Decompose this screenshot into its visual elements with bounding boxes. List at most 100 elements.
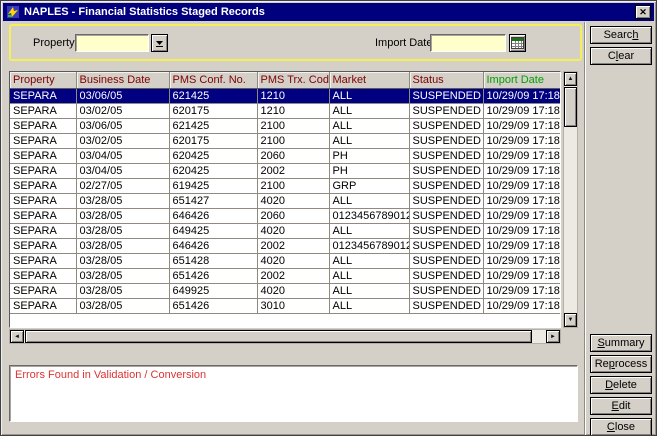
title-bar[interactable]: NAPLES - Financial Statistics Staged Rec… xyxy=(3,3,654,21)
scroll-down-arrow[interactable]: ▼ xyxy=(564,313,577,327)
table-cell[interactable]: 649425 xyxy=(169,223,257,238)
property-dropdown-button[interactable] xyxy=(151,34,168,52)
table-cell[interactable]: SEPARA xyxy=(10,268,76,283)
close-button[interactable]: Close xyxy=(590,418,652,436)
table-cell[interactable]: 620425 xyxy=(169,148,257,163)
table-cell[interactable]: 01234567890123 xyxy=(329,208,409,223)
table-cell[interactable]: 620425 xyxy=(169,163,257,178)
table-cell[interactable]: 10/29/09 17:18 xyxy=(483,88,561,103)
table-cell[interactable]: 2100 xyxy=(257,178,329,193)
table-cell[interactable]: 646426 xyxy=(169,208,257,223)
table-row[interactable]: SEPARA03/04/056204252002PHSUSPENDED10/29… xyxy=(10,163,561,178)
app-icon[interactable] xyxy=(6,5,20,19)
table-cell[interactable]: ALL xyxy=(329,133,409,148)
table-cell[interactable]: SUSPENDED xyxy=(409,193,483,208)
table-cell[interactable]: SUSPENDED xyxy=(409,298,483,313)
table-cell[interactable]: 646426 xyxy=(169,238,257,253)
table-cell[interactable]: 4020 xyxy=(257,253,329,268)
table-cell[interactable]: 1210 xyxy=(257,88,329,103)
reprocess-button[interactable]: Reprocess xyxy=(590,355,652,373)
horizontal-scroll-thumb[interactable] xyxy=(25,330,532,343)
scroll-right-arrow[interactable]: ► xyxy=(546,330,560,343)
table-cell[interactable]: 03/02/05 xyxy=(76,133,169,148)
table-cell[interactable]: SEPARA xyxy=(10,253,76,268)
table-cell[interactable]: 651428 xyxy=(169,253,257,268)
table-row[interactable]: SEPARA03/06/056214252100ALLSUSPENDED10/2… xyxy=(10,118,561,133)
table-row[interactable]: SEPARA03/28/056494254020ALLSUSPENDED10/2… xyxy=(10,223,561,238)
table-cell[interactable]: 10/29/09 17:18 xyxy=(483,133,561,148)
table-cell[interactable]: GRP xyxy=(329,178,409,193)
table-cell[interactable]: 620175 xyxy=(169,103,257,118)
table-row[interactable]: SEPARA03/28/056499254020ALLSUSPENDED10/2… xyxy=(10,283,561,298)
table-cell[interactable]: SUSPENDED xyxy=(409,178,483,193)
scroll-up-arrow[interactable]: ▲ xyxy=(564,72,577,86)
table-cell[interactable]: SUSPENDED xyxy=(409,223,483,238)
table-cell[interactable]: 4020 xyxy=(257,283,329,298)
table-cell[interactable]: 10/29/09 17:18 xyxy=(483,238,561,253)
table-cell[interactable]: SUSPENDED xyxy=(409,133,483,148)
table-cell[interactable]: 4020 xyxy=(257,193,329,208)
table-cell[interactable]: ALL xyxy=(329,193,409,208)
table-cell[interactable]: SUSPENDED xyxy=(409,163,483,178)
vertical-scrollbar[interactable]: ▲ ▼ xyxy=(563,71,578,328)
table-cell[interactable]: 03/02/05 xyxy=(76,103,169,118)
table-cell[interactable]: 2100 xyxy=(257,133,329,148)
import-date-input[interactable] xyxy=(430,34,506,52)
table-cell[interactable]: SUSPENDED xyxy=(409,208,483,223)
table-cell[interactable]: 01234567890123 xyxy=(329,238,409,253)
table-cell[interactable]: 651426 xyxy=(169,298,257,313)
table-cell[interactable]: ALL xyxy=(329,223,409,238)
table-cell[interactable]: 03/28/05 xyxy=(76,238,169,253)
table-cell[interactable]: ALL xyxy=(329,283,409,298)
table-cell[interactable]: 621425 xyxy=(169,118,257,133)
table-cell[interactable]: SEPARA xyxy=(10,88,76,103)
table-cell[interactable]: SUSPENDED xyxy=(409,238,483,253)
table-row[interactable]: SEPARA03/28/056514262002ALLSUSPENDED10/2… xyxy=(10,268,561,283)
table-cell[interactable]: SEPARA xyxy=(10,283,76,298)
table-cell[interactable]: 10/29/09 17:18 xyxy=(483,223,561,238)
table-cell[interactable]: 651427 xyxy=(169,193,257,208)
table-cell[interactable]: SUSPENDED xyxy=(409,118,483,133)
table-cell[interactable]: 10/29/09 17:18 xyxy=(483,253,561,268)
table-cell[interactable]: 10/29/09 17:18 xyxy=(483,268,561,283)
table-cell[interactable]: 2002 xyxy=(257,268,329,283)
table-cell[interactable]: 03/28/05 xyxy=(76,223,169,238)
table-cell[interactable]: 3010 xyxy=(257,298,329,313)
table-row[interactable]: SEPARA03/02/056201752100ALLSUSPENDED10/2… xyxy=(10,133,561,148)
table-cell[interactable]: 2060 xyxy=(257,208,329,223)
table-cell[interactable]: SEPARA xyxy=(10,118,76,133)
table-cell[interactable]: SEPARA xyxy=(10,208,76,223)
table-cell[interactable]: 2100 xyxy=(257,118,329,133)
table-cell[interactable]: 03/28/05 xyxy=(76,268,169,283)
search-button[interactable]: Search xyxy=(590,26,652,44)
edit-button[interactable]: Edit xyxy=(590,397,652,415)
table-cell[interactable]: SEPARA xyxy=(10,238,76,253)
table-cell[interactable]: 10/29/09 17:18 xyxy=(483,283,561,298)
table-cell[interactable]: ALL xyxy=(329,298,409,313)
table-cell[interactable]: 03/06/05 xyxy=(76,118,169,133)
table-cell[interactable]: 10/29/09 17:18 xyxy=(483,118,561,133)
horizontal-scrollbar[interactable]: ◄ ► xyxy=(9,329,561,344)
clear-button[interactable]: Clear xyxy=(590,47,652,65)
table-cell[interactable]: SEPARA xyxy=(10,148,76,163)
table-cell[interactable]: SEPARA xyxy=(10,223,76,238)
table-cell[interactable]: ALL xyxy=(329,268,409,283)
table-cell[interactable]: 2002 xyxy=(257,163,329,178)
table-cell[interactable]: SUSPENDED xyxy=(409,253,483,268)
table-cell[interactable]: SUSPENDED xyxy=(409,148,483,163)
table-cell[interactable]: 03/28/05 xyxy=(76,283,169,298)
table-cell[interactable]: SEPARA xyxy=(10,133,76,148)
table-cell[interactable]: 620175 xyxy=(169,133,257,148)
table-cell[interactable]: 02/27/05 xyxy=(76,178,169,193)
table-cell[interactable]: 4020 xyxy=(257,223,329,238)
calendar-button[interactable] xyxy=(509,34,526,52)
delete-button[interactable]: Delete xyxy=(590,376,652,394)
table-row[interactable]: SEPARA03/28/056514274020ALLSUSPENDED10/2… xyxy=(10,193,561,208)
table-cell[interactable]: 10/29/09 17:18 xyxy=(483,208,561,223)
table-cell[interactable]: SEPARA xyxy=(10,178,76,193)
table-cell[interactable]: 03/06/05 xyxy=(76,88,169,103)
table-cell[interactable]: ALL xyxy=(329,88,409,103)
close-window-button[interactable]: ✕ xyxy=(635,5,651,19)
table-cell[interactable]: 2060 xyxy=(257,148,329,163)
table-cell[interactable]: SUSPENDED xyxy=(409,88,483,103)
